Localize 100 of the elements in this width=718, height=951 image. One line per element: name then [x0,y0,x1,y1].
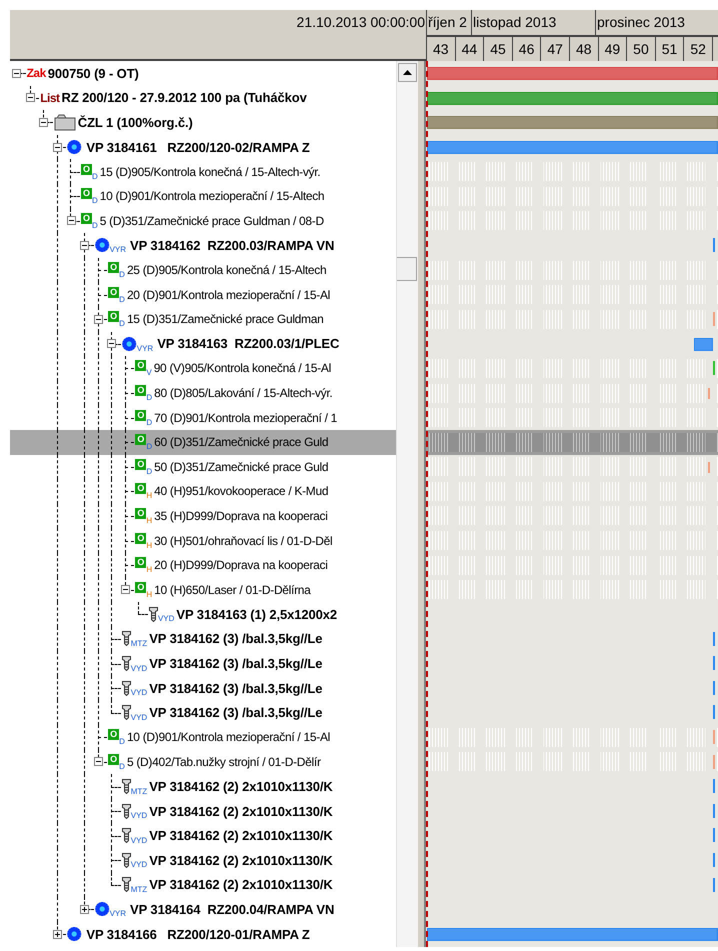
type-label: D [119,320,125,328]
type-label: MTZ [130,886,148,894]
tree-row[interactable]: ListRZ 200/120 - 27.9.2012 100 pa (Tuháčkov [10,86,396,110]
screw-icon [122,680,131,696]
type-label: VYR [110,246,126,254]
tree-row[interactable]: Zak900750 (9 - OT) [10,61,396,86]
node-label: VP 3184162 (2) 2x1010x1130/K [149,852,333,868]
type-label: VYD [130,664,148,673]
tree-row[interactable]: VP 3184166 RZ200/120-01/RAMPA Z [10,922,396,946]
node-label: VP 3184162 (3) /bal.3,5kg//Le [149,656,322,672]
operation-badge: O [135,410,146,421]
node-label: VP 3184162 (2) 2x1010x1130/K [149,779,333,794]
tree-row[interactable]: VP 3184161 RZ200/120-02/RAMPA Z [10,134,396,160]
collapse-toggle[interactable] [121,585,130,594]
type-label: VYD [158,615,174,624]
type-label: VYD [130,689,148,698]
node-label: 900750 (9 - OT) [48,66,139,81]
type-label: VYD [130,861,148,870]
node-label: VP 3184164 RZ200.04/RAMPA VN [130,902,334,917]
node-label: 90 (V)905/Kontrola konečná / 15-Al [154,361,331,376]
operation-badge: O [108,754,120,765]
expand-toggle[interactable] [53,930,62,939]
operation-badge: O [135,582,146,593]
operation-badge: O [80,188,92,200]
operation-badge: O [135,557,146,568]
node-label: 25 (D)905/Kontrola konečná / 15-Altech [126,263,326,278]
gear-icon [94,902,110,916]
node-label: 20 (D)901/Kontrola mezioperační / 15-Al [126,288,330,302]
type-label: D [146,468,152,476]
screw-icon [122,705,131,720]
tree-row[interactable]: VYR VP 3184163 RZ200.03/1/PLEC [10,332,396,356]
screw-icon [122,877,131,892]
node-label: VP 3184162 (2) 2x1010x1130/K [149,877,333,892]
node-label: 50 (D)351/Zamečnické prace Guld [154,460,328,474]
node-label: VP 3184162 (3) /bal.3,5kg//Le [149,705,322,720]
tree-row[interactable]: ČZL 1 (100%org.č.) [10,110,396,135]
screw-icon [122,852,131,868]
type-label: D [119,296,125,304]
screw-icon [122,804,131,819]
node-label: 20 (H)D999/Doprava na kooperaci [154,558,328,572]
up-arrow-icon [403,70,412,75]
screw-icon [122,631,131,646]
screw-icon [122,828,131,844]
operation-badge: O [135,458,146,470]
node-label: 35 (H)D999/Doprava na kooperaci [154,508,328,523]
node-label: 5 (D)402/Tab.nužky strojní / 01-D-Dělír [126,754,321,769]
screw-icon [122,656,131,672]
node-label: VP 3184162 (3) /bal.3,5kg//Le [149,631,322,646]
gear-icon [122,336,137,351]
collapse-toggle[interactable] [66,216,76,226]
node-label: 40 (H)951/kovokooperace / K-Mud [154,484,328,498]
type-label: D [92,197,98,206]
scrollbar-thumb[interactable] [397,257,417,281]
collapse-toggle[interactable] [53,142,62,152]
tree-row[interactable]: VYR VP 3184164 RZ200.04/RAMPA VN [10,897,396,922]
type-label: D [92,222,98,230]
node-label: VP 3184163 (1) 2,5x1200x2 [176,606,338,622]
operation-badge: O [108,729,120,740]
operation-badge: O [80,164,92,175]
collapse-toggle[interactable] [80,240,90,250]
type-label: H [146,566,152,574]
type-label: H [146,542,152,550]
gear-icon [94,238,110,252]
collapse-toggle[interactable] [39,118,48,127]
expand-toggle[interactable] [80,904,90,914]
collapse-toggle[interactable] [107,339,116,348]
type-label: MTZ [130,640,148,648]
node-label: 10 (D)901/Kontrola mezioperační / 15-Altech [100,189,324,204]
scroll-up-button[interactable] [398,63,417,82]
operation-badge: O [135,532,146,544]
node-label: 10 (D)901/Kontrola mezioperační / 15-Al [126,730,330,744]
node-label: VP 3184162 RZ200.03/RAMPA VN [130,238,334,253]
operation-badge: O [135,360,146,372]
screw-icon [148,606,158,622]
tree-row[interactable]: VYR VP 3184162 RZ200.03/RAMPA VN [10,233,396,258]
node-label: VP 3184161 RZ200/120-02/RAMPA Z [86,140,310,155]
operation-badge: O [108,311,120,322]
type-label: MTZ [130,788,148,796]
type-tag: List [40,90,60,105]
type-label: VYD [130,836,148,845]
type-label: VYD [130,714,148,722]
node-label: 80 (D)805/Lakování / 15-Altech-výr. [154,386,332,400]
collapse-toggle[interactable] [12,68,22,78]
type-label: VYR [136,344,154,353]
month-header: prosinec 2013 [596,13,686,32]
screw-icon [122,779,131,794]
type-label: H [146,492,152,500]
collapse-toggle[interactable] [26,93,35,102]
type-label: VYD [130,812,148,820]
collapse-toggle[interactable] [94,757,103,766]
operation-badge: O [108,286,120,298]
collapse-toggle[interactable] [94,314,103,324]
operation-badge: O [135,434,146,446]
scrollbar[interactable] [396,61,418,947]
type-label: D [119,738,125,746]
node-label: VP 3184162 (3) /bal.3,5kg//Le [149,680,322,696]
node-label: 15 (D)905/Kontrola konečná / 15-Altech-výr. [100,164,320,179]
type-label: D [146,443,152,452]
node-label: 10 (H)650/Laser / 01-D-Dělírna [154,582,311,597]
operation-badge: O [135,508,146,519]
